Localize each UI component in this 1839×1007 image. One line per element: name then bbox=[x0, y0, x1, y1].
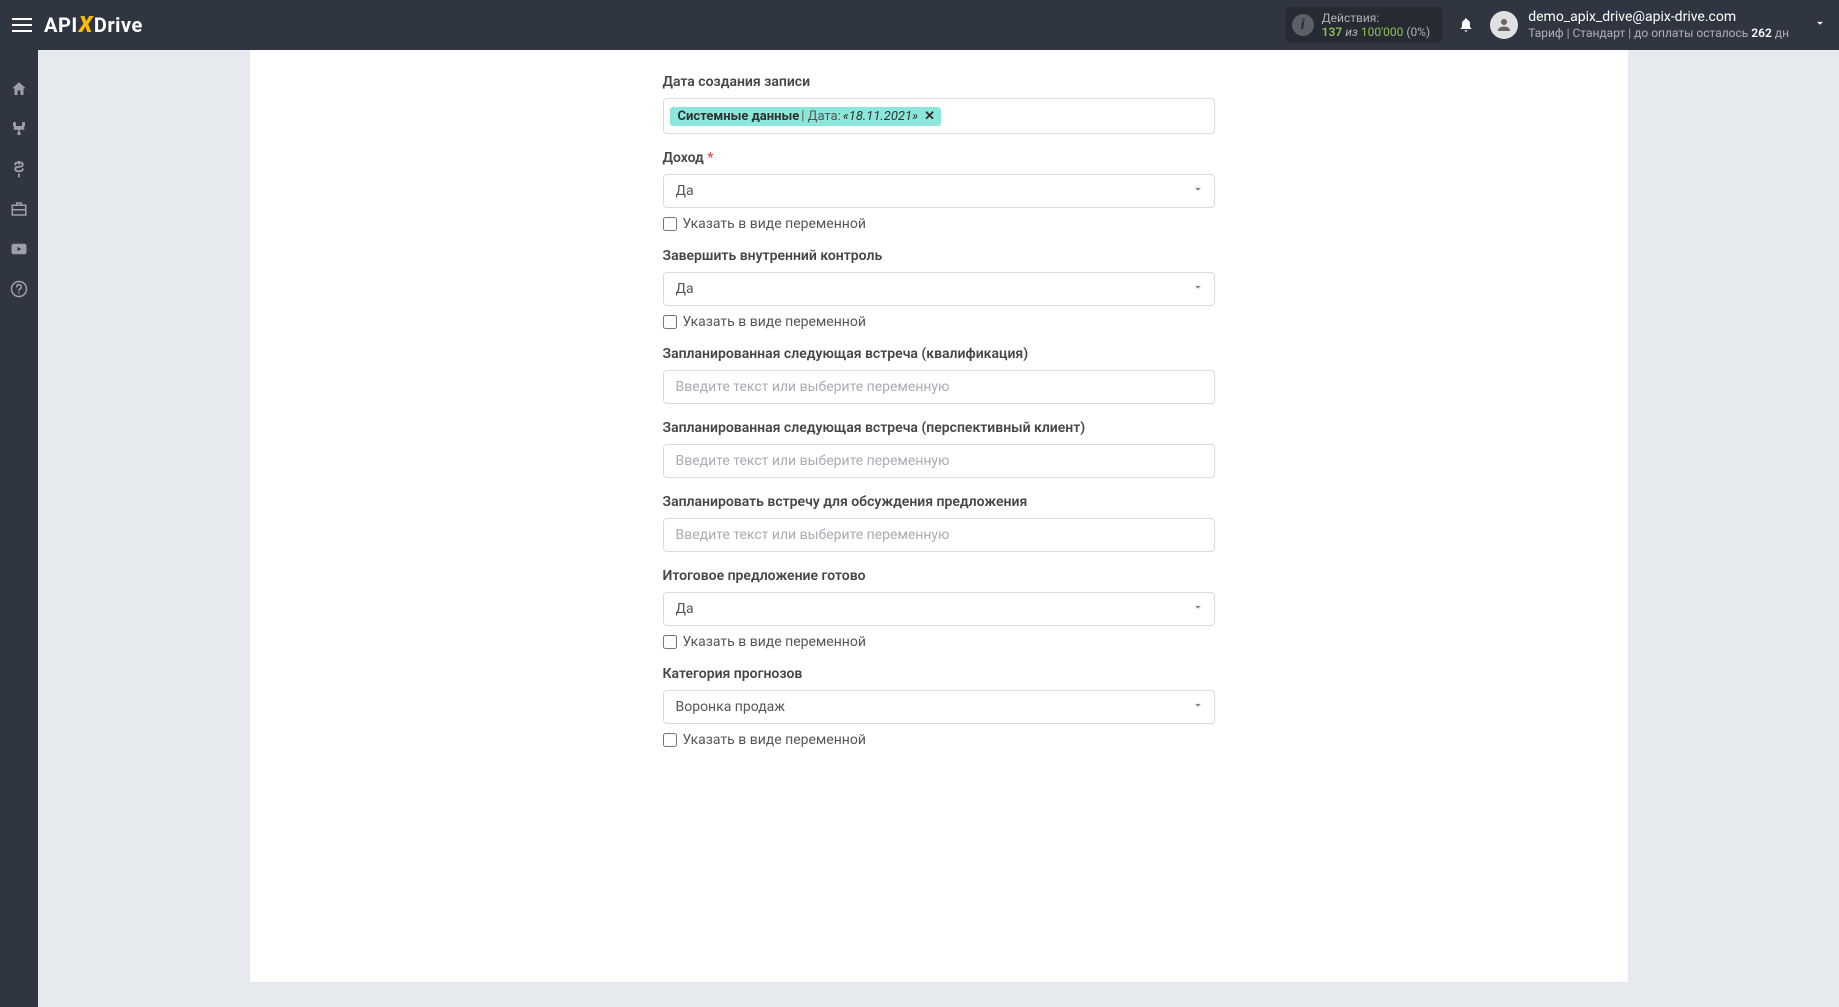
field-created-at: Дата создания записи Системные данные | … bbox=[663, 74, 1215, 134]
label-meeting-qualification: Запланированная следующая встреча (квали… bbox=[663, 346, 1215, 362]
select-internal-control[interactable]: Да bbox=[663, 272, 1215, 306]
logo-part2: X bbox=[79, 13, 93, 38]
input-meeting-proposal[interactable] bbox=[663, 518, 1215, 552]
actions-label: Действия: bbox=[1322, 11, 1431, 25]
checkbox-final-proposal-variable[interactable] bbox=[663, 635, 677, 649]
user-icon bbox=[1495, 16, 1513, 34]
briefcase-icon[interactable] bbox=[10, 200, 28, 218]
user-email: demo_apix_drive@apix-drive.com bbox=[1528, 9, 1789, 26]
label-internal-control: Завершить внутренний контроль bbox=[663, 248, 1215, 264]
connections-icon[interactable] bbox=[10, 120, 28, 138]
chevron-down-icon bbox=[1813, 16, 1827, 30]
input-meeting-qualification[interactable] bbox=[663, 370, 1215, 404]
checkbox-internal-control-variable[interactable] bbox=[663, 315, 677, 329]
checkbox-label-internal-control[interactable]: Указать в виде переменной bbox=[683, 314, 866, 330]
bell-icon[interactable] bbox=[1458, 17, 1474, 33]
tag-remove-icon[interactable]: ✕ bbox=[924, 109, 935, 124]
checkbox-label-income[interactable]: Указать в виде переменной bbox=[683, 216, 866, 232]
avatar[interactable] bbox=[1490, 11, 1518, 39]
logo-part1: API bbox=[44, 13, 78, 37]
sidebar bbox=[0, 50, 38, 1007]
label-meeting-prospect: Запланированная следующая встреча (персп… bbox=[663, 420, 1215, 436]
expand-button[interactable] bbox=[1813, 16, 1827, 34]
actions-percent: (0%) bbox=[1406, 25, 1430, 39]
tag-created-at: Системные данные | Дата: «18.11.2021» ✕ bbox=[670, 107, 941, 126]
menu-toggle[interactable] bbox=[12, 15, 32, 35]
billing-icon[interactable] bbox=[10, 160, 28, 178]
label-forecast-category: Категория прогнозов bbox=[663, 666, 1215, 682]
topbar: APIXDrive i Действия: 137 из 100'000 (0%… bbox=[0, 0, 1839, 50]
select-income[interactable]: Да bbox=[663, 174, 1215, 208]
field-meeting-qualification: Запланированная следующая встреча (квали… bbox=[663, 346, 1215, 404]
actions-counter[interactable]: i Действия: 137 из 100'000 (0%) bbox=[1286, 7, 1443, 44]
select-final-proposal[interactable]: Да bbox=[663, 592, 1215, 626]
label-created-at: Дата создания записи bbox=[663, 74, 1215, 90]
actions-text: Действия: 137 из 100'000 (0%) bbox=[1322, 11, 1431, 40]
main-content: Дата создания записи Системные данные | … bbox=[38, 50, 1839, 1007]
actions-limit: 100'000 bbox=[1361, 25, 1404, 39]
field-meeting-prospect: Запланированная следующая встреча (персп… bbox=[663, 420, 1215, 478]
logo-part3: Drive bbox=[94, 13, 143, 37]
actions-of: из bbox=[1345, 25, 1358, 39]
youtube-icon[interactable] bbox=[10, 240, 28, 258]
select-forecast-category[interactable]: Воронка продаж bbox=[663, 690, 1215, 724]
actions-used: 137 bbox=[1322, 25, 1343, 39]
checkbox-forecast-category-variable[interactable] bbox=[663, 733, 677, 747]
user-block[interactable]: demo_apix_drive@apix-drive.com Тариф | С… bbox=[1528, 9, 1789, 40]
help-icon[interactable] bbox=[10, 280, 28, 298]
logo[interactable]: APIXDrive bbox=[44, 13, 143, 38]
label-meeting-proposal: Запланировать встречу для обсуждения пре… bbox=[663, 494, 1215, 510]
form-panel: Дата создания записи Системные данные | … bbox=[249, 50, 1629, 983]
home-icon[interactable] bbox=[10, 80, 28, 98]
label-income: Доход * bbox=[663, 150, 1215, 166]
label-final-proposal: Итоговое предложение готово bbox=[663, 568, 1215, 584]
checkbox-income-variable[interactable] bbox=[663, 217, 677, 231]
input-meeting-prospect[interactable] bbox=[663, 444, 1215, 478]
user-tariff: Тариф | Стандарт | до оплаты осталось 26… bbox=[1528, 26, 1789, 40]
info-icon: i bbox=[1292, 14, 1314, 36]
checkbox-label-forecast-category[interactable]: Указать в виде переменной bbox=[683, 732, 866, 748]
field-income: Доход * Да Указать в виде переменной bbox=[663, 150, 1215, 232]
field-internal-control: Завершить внутренний контроль Да Указать… bbox=[663, 248, 1215, 330]
checkbox-label-final-proposal[interactable]: Указать в виде переменной bbox=[683, 634, 866, 650]
field-meeting-proposal: Запланировать встречу для обсуждения пре… bbox=[663, 494, 1215, 552]
field-final-proposal: Итоговое предложение готово Да Указать в… bbox=[663, 568, 1215, 650]
input-created-at[interactable]: Системные данные | Дата: «18.11.2021» ✕ bbox=[663, 98, 1215, 134]
field-forecast-category: Категория прогнозов Воронка продаж Указа… bbox=[663, 666, 1215, 748]
